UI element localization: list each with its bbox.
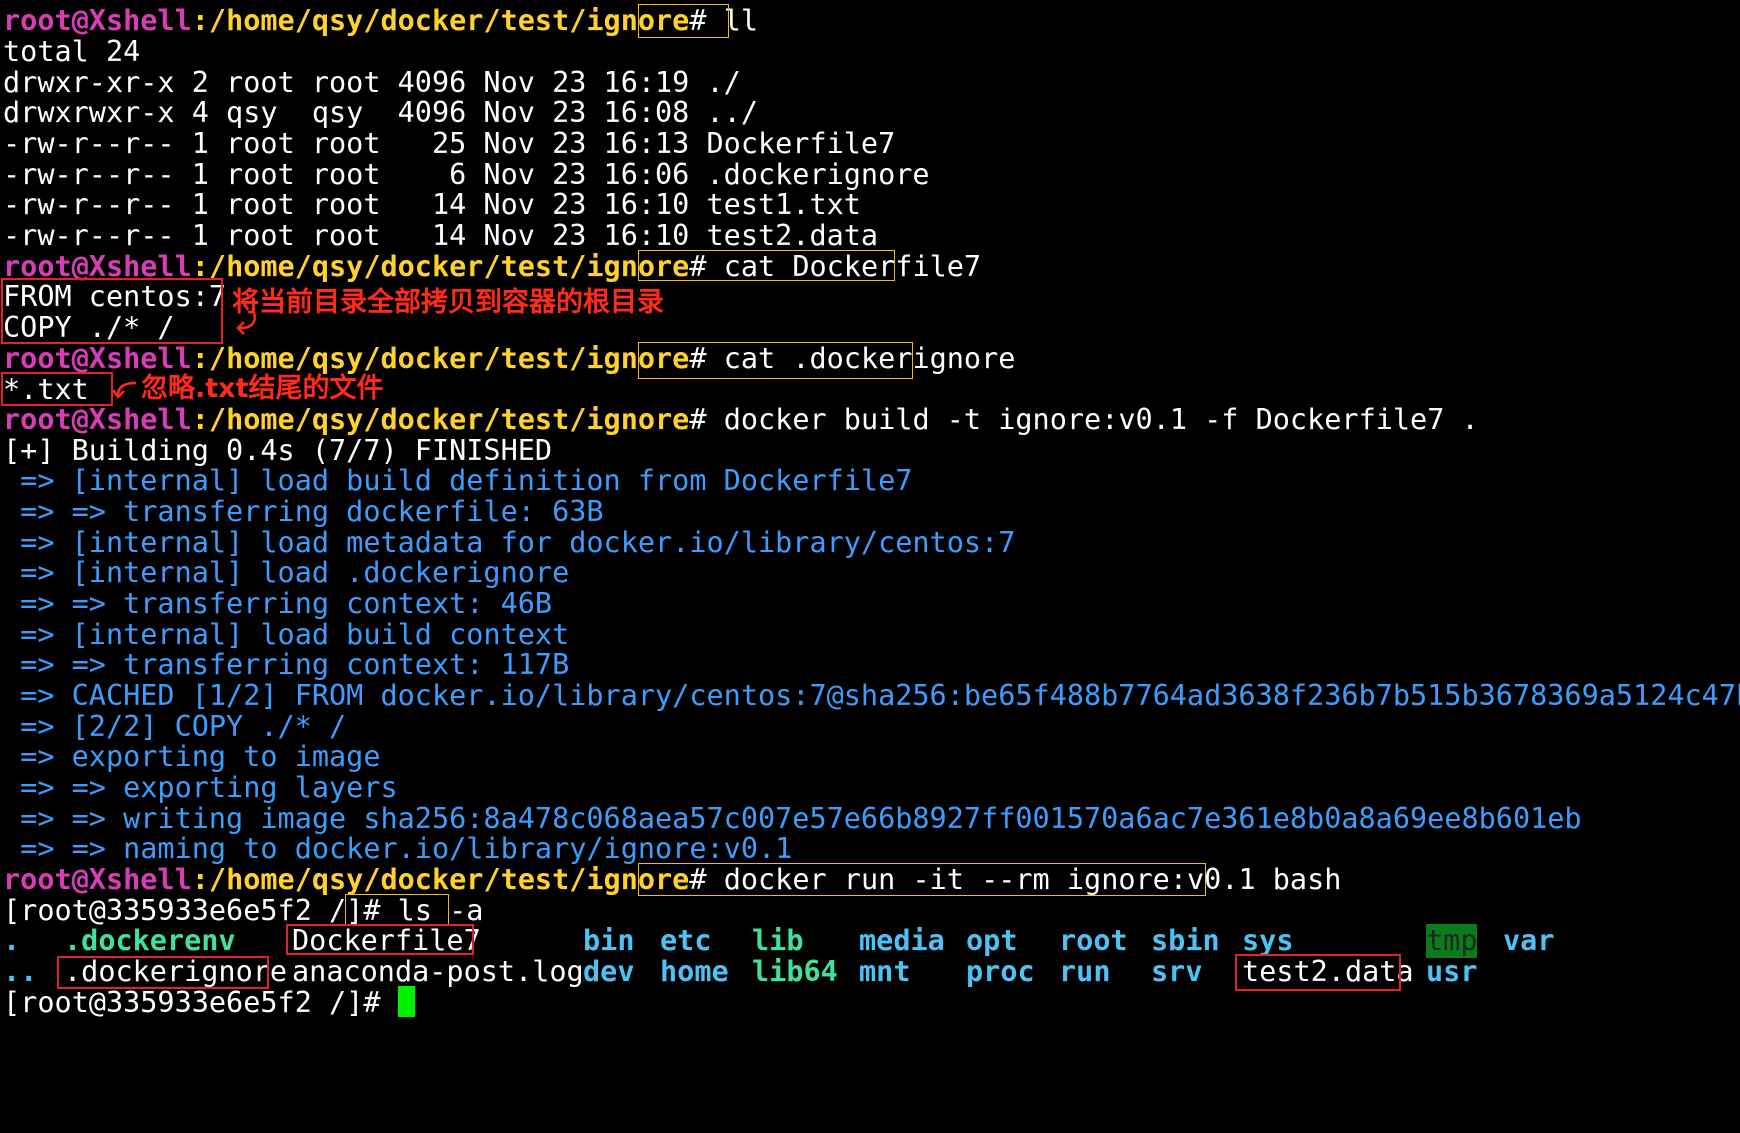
prompt-path: :/home/qsy/docker/test/ignore xyxy=(191,4,690,37)
ls-entry: Dockerfile7 xyxy=(292,924,481,957)
build-step: => => writing image sha256:8a478c068aea5… xyxy=(3,802,1582,835)
prompt-symbol: # xyxy=(689,863,707,896)
ls-entry: bin xyxy=(583,924,635,957)
build-step: => [2/2] COPY ./* / xyxy=(3,710,347,743)
prompt-path: :/home/qsy/docker/test/ignore xyxy=(191,342,690,375)
ls-entry: media xyxy=(859,924,945,957)
prompt-symbol: # xyxy=(689,250,707,283)
prompt-path: :/home/qsy/docker/test/ignore xyxy=(191,250,690,283)
dockerfile-line: COPY ./* / xyxy=(3,311,175,344)
ls-entry: . xyxy=(3,924,21,957)
container-prompt: [root@335933e6e5f2 /]# xyxy=(3,986,381,1019)
output-line: total 24 xyxy=(3,35,141,68)
ls-entry: sys xyxy=(1242,924,1294,957)
ls-entry: test2.data xyxy=(1242,955,1414,988)
build-summary: [+] Building 0.4s (7/7) FINISHED xyxy=(3,434,553,467)
ls-entry: proc xyxy=(966,955,1035,988)
build-step: => => exporting layers xyxy=(3,771,398,804)
ls-entry: .. xyxy=(3,955,38,988)
ls-entry: opt xyxy=(966,924,1018,957)
command-run: docker run -it --rm ignore:v0.1 bash xyxy=(723,863,1342,896)
build-step: => => transferring context: 46B xyxy=(3,587,553,620)
command-build: docker build -t ignore:v0.1 -f Dockerfil… xyxy=(723,403,1479,436)
prompt-user-host: root@Xshell xyxy=(3,863,192,896)
build-step: => => transferring context: 117B xyxy=(3,648,570,681)
output-line: drwxrwxr-x 4 qsy qsy 4096 Nov 23 16:08 .… xyxy=(3,96,758,129)
build-step: => [internal] load build context xyxy=(3,618,570,651)
build-step: => => transferring dockerfile: 63B xyxy=(3,495,604,528)
prompt-symbol: # xyxy=(689,403,707,436)
ls-entry: var xyxy=(1503,924,1555,957)
terminal-cursor xyxy=(397,986,415,1017)
ls-entry: mnt xyxy=(859,955,911,988)
output-line: drwxr-xr-x 2 root root 4096 Nov 23 16:19… xyxy=(3,66,741,99)
prompt-symbol: # xyxy=(689,4,707,37)
container-prompt: [root@335933e6e5f2 /]# xyxy=(3,894,381,927)
command-cat-ignore: cat .dockerignore xyxy=(723,342,1016,375)
ls-row: .. .dockerignore anaconda-post.log dev h… xyxy=(0,955,1740,989)
prompt-line: root@Xshell:/home/qsy/docker/test/ignore… xyxy=(3,863,1341,897)
ls-entry: lib64 xyxy=(752,955,838,988)
prompt-path: :/home/qsy/docker/test/ignore xyxy=(191,863,690,896)
ls-entry: home xyxy=(660,955,729,988)
command-ls: ls -a xyxy=(397,894,484,927)
container-prompt-line[interactable]: [root@335933e6e5f2 /]# xyxy=(3,986,415,1020)
ls-entry: usr xyxy=(1426,955,1478,988)
build-step: => CACHED [1/2] FROM docker.io/library/c… xyxy=(3,679,1740,712)
build-step: => [internal] load build definition from… xyxy=(3,464,913,497)
ls-entry: dev xyxy=(583,955,635,988)
annotation-copy-note: 将当前目录全部拷贝到容器的根目录 xyxy=(232,287,664,318)
ls-entry: srv xyxy=(1151,955,1203,988)
dockerignore-line: *.txt xyxy=(3,373,89,406)
ls-entry: root xyxy=(1059,924,1128,957)
terminal-window[interactable]: root@Xshell:/home/qsy/docker/test/ignore… xyxy=(0,0,1740,1133)
build-step: => [internal] load metadata for docker.i… xyxy=(3,526,1016,559)
ls-entry-tmp: tmp xyxy=(1426,924,1478,958)
build-step: => => naming to docker.io/library/ignore… xyxy=(3,832,793,865)
build-step: => [internal] load .dockerignore xyxy=(3,556,570,589)
ls-entry: .dockerenv xyxy=(64,924,236,957)
output-line: -rw-r--r-- 1 root root 14 Nov 23 16:10 t… xyxy=(3,219,879,252)
ls-row: . .dockerenv Dockerfile7 bin etc lib med… xyxy=(0,924,1740,958)
prompt-path: :/home/qsy/docker/test/ignore xyxy=(191,403,690,436)
curved-arrow-icon xyxy=(112,381,137,399)
prompt-line: root@Xshell:/home/qsy/docker/test/ignore… xyxy=(3,403,1479,437)
prompt-line: root@Xshell:/home/qsy/docker/test/ignore… xyxy=(3,250,981,284)
ls-entry: run xyxy=(1059,955,1111,988)
ls-entry: sbin xyxy=(1151,924,1220,957)
prompt-user-host: root@Xshell xyxy=(3,4,192,37)
ls-entry: lib xyxy=(752,924,804,957)
build-step: => exporting to image xyxy=(3,740,381,773)
prompt-symbol: # xyxy=(689,342,707,375)
prompt-user-host: root@Xshell xyxy=(3,250,192,283)
output-line: -rw-r--r-- 1 root root 25 Nov 23 16:13 D… xyxy=(3,127,896,160)
prompt-user-host: root@Xshell xyxy=(3,403,192,436)
ls-entry: etc xyxy=(660,924,712,957)
ls-entry: anaconda-post.log xyxy=(292,955,584,988)
dockerfile-line: FROM centos:7 xyxy=(3,280,227,313)
ls-entry: .dockerignore xyxy=(64,955,288,988)
command-ll: ll xyxy=(723,4,759,37)
annotation-ignore-note: 忽略.txt结尾的文件 xyxy=(141,373,384,404)
container-prompt-line: [root@335933e6e5f2 /]# ls -a xyxy=(3,894,483,928)
output-line: -rw-r--r-- 1 root root 14 Nov 23 16:10 t… xyxy=(3,188,861,221)
prompt-line: root@Xshell:/home/qsy/docker/test/ignore… xyxy=(3,342,1015,376)
prompt-user-host: root@Xshell xyxy=(3,342,192,375)
prompt-line: root@Xshell:/home/qsy/docker/test/ignore… xyxy=(3,4,758,38)
curved-arrow-icon xyxy=(236,311,256,335)
command-cat-dockerfile: cat Dockerfile7 xyxy=(723,250,982,283)
output-line: -rw-r--r-- 1 root root 6 Nov 23 16:06 .d… xyxy=(3,158,930,191)
